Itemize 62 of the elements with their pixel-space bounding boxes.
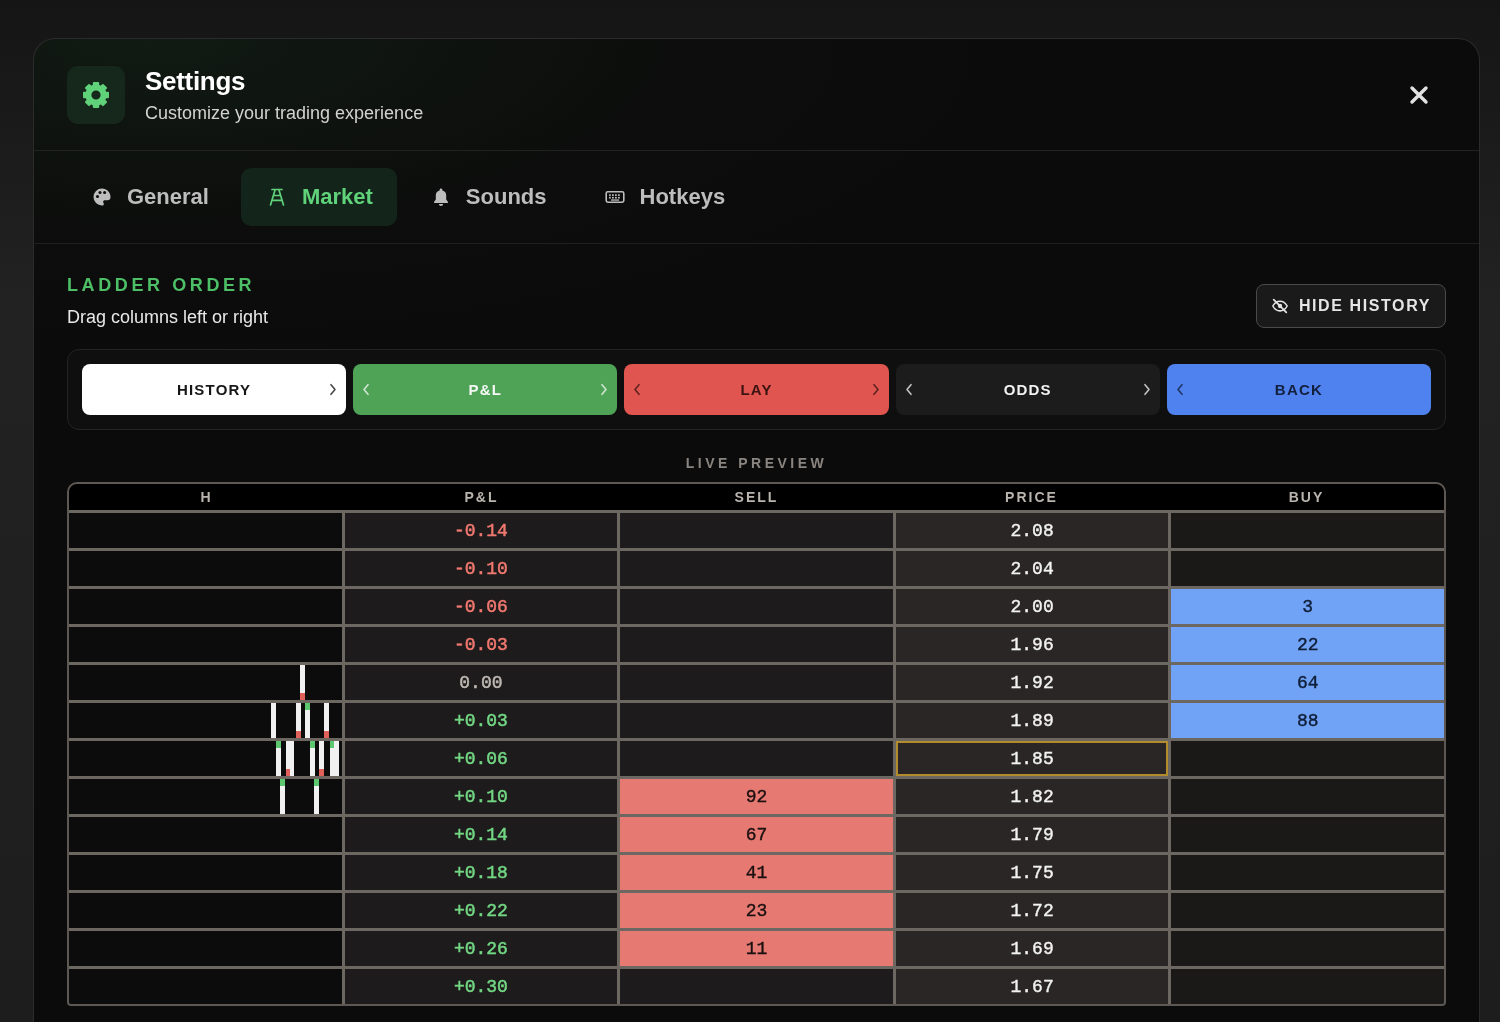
dialog-subtitle: Customize your trading experience	[145, 101, 424, 124]
price-cell: 1.96	[895, 627, 1169, 662]
section-heading: LADDER ORDER	[67, 275, 256, 295]
history-bars-chart	[280, 779, 319, 814]
price-cell: 1.85	[895, 741, 1169, 776]
buy-volume-cell: 3	[1171, 589, 1444, 624]
history-bars-chart	[300, 665, 305, 700]
column-header: H	[200, 489, 213, 505]
pnl-value: -0.03	[453, 634, 508, 655]
price-cell: 1.67	[895, 969, 1169, 1004]
sell-volume-cell: 41	[620, 855, 893, 890]
settings-tab[interactable]: General	[66, 168, 233, 226]
pnl-value: -0.06	[453, 596, 508, 617]
price-cell: 1.82	[895, 779, 1169, 814]
price-cell: 1.89	[895, 703, 1169, 738]
column-header: SELL	[734, 489, 779, 505]
sell-volume-cell: 67	[620, 817, 893, 852]
live-preview-label: LIVE PREVIEW	[685, 455, 828, 471]
column-order-item[interactable]: HISTORY	[82, 364, 347, 415]
column-order-item[interactable]: BACK	[1166, 364, 1431, 415]
price-cell: 1.69	[895, 931, 1169, 966]
history-bars-chart	[276, 741, 339, 776]
pnl-value: +0.10	[453, 786, 508, 807]
column-order-item[interactable]: LAY	[624, 364, 889, 415]
sell-volume-cell: 11	[620, 931, 893, 966]
buy-volume-cell: 88	[1171, 703, 1444, 738]
price-cell: 1.79	[895, 817, 1169, 852]
hide-history-button[interactable]: HIDE HISTORY	[1255, 284, 1446, 328]
column-header: P&L	[464, 489, 499, 505]
price-cell: 2.04	[895, 551, 1169, 586]
price-cell: 2.00	[895, 589, 1169, 624]
history-bars-chart	[271, 703, 329, 738]
settings-tab[interactable]: Sounds	[404, 168, 571, 226]
buy-volume-cell: 64	[1171, 665, 1444, 700]
price-cell: 1.92	[895, 665, 1169, 700]
buy-volume-cell: 22	[1171, 627, 1444, 662]
sell-volume-cell: 92	[620, 779, 893, 814]
pnl-value: -0.14	[453, 520, 508, 541]
column-order-item[interactable]: ODDS	[895, 364, 1160, 415]
close-icon	[1409, 84, 1429, 105]
pnl-value: +0.18	[453, 862, 508, 883]
pnl-value: +0.26	[453, 938, 508, 959]
dialog-title: Settings	[145, 65, 246, 96]
price-cell: 1.72	[895, 893, 1169, 928]
pnl-value: +0.14	[453, 824, 508, 845]
settings-icon	[67, 65, 125, 124]
palette-icon	[92, 187, 112, 207]
settings-tab[interactable]: Hotkeys	[578, 168, 750, 226]
column-header: PRICE	[1005, 489, 1058, 505]
price-cell: 2.08	[895, 513, 1169, 548]
pnl-value: -0.10	[453, 558, 508, 579]
pnl-value: 0.00	[459, 672, 503, 693]
settings-tab[interactable]: Market	[240, 168, 397, 226]
pnl-value: +0.06	[453, 748, 508, 769]
column-header: BUY	[1288, 489, 1325, 505]
section-description: Drag columns left or right	[67, 306, 269, 328]
pnl-value: +0.30	[453, 976, 508, 997]
price-cell: 1.75	[895, 855, 1169, 890]
pnl-value: +0.22	[453, 900, 508, 921]
pnl-value: +0.03	[453, 710, 508, 731]
sell-volume-cell: 23	[620, 893, 893, 928]
eye-slash-icon	[1270, 297, 1289, 315]
